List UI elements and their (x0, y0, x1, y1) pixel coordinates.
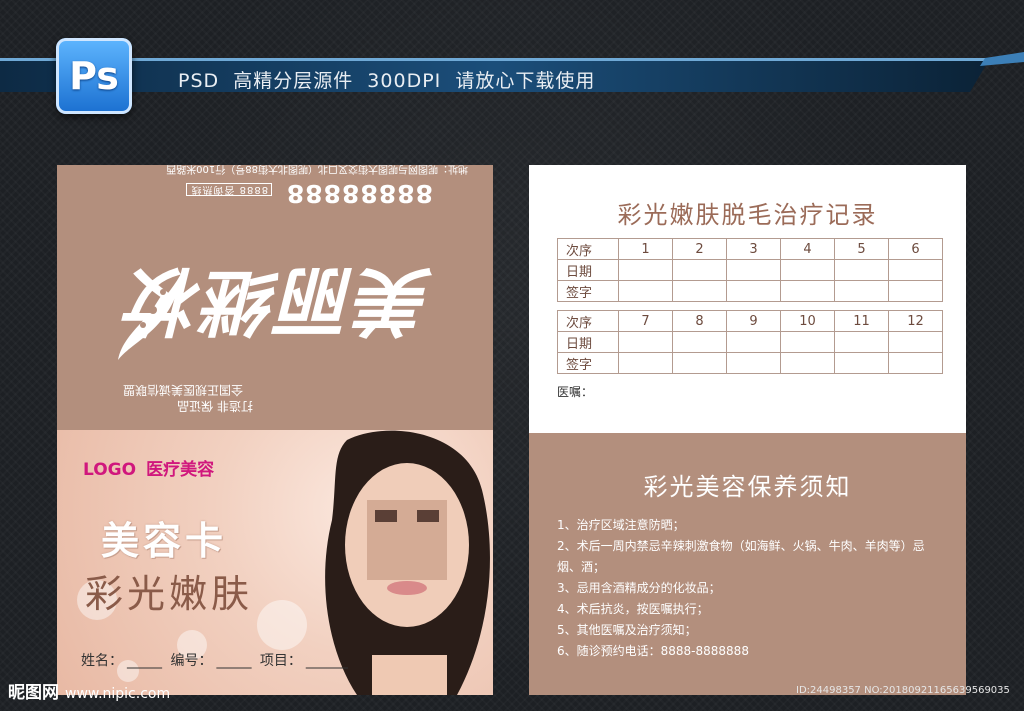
table-cell (726, 280, 781, 302)
name-value: _____ (127, 653, 162, 669)
photo-panel: LOGO 医疗美容 美容卡 彩光嫩肤 姓名： _____ 编号： _____ 项目： _… (57, 430, 493, 695)
flipped-card-header: 打造非 保证品 全国正规医美诚信联盟 美丽继妆 88888888 8888 咨询… (57, 165, 493, 430)
logo-subtitle: 医疗美容 (146, 460, 215, 480)
site-url: www.nipic.com (65, 686, 171, 702)
banner-text: PSD 高精分层源件 300DPI 请放心下载使用 (178, 70, 596, 92)
table-row: 签字 (557, 280, 943, 302)
butterfly-ornament-icon (118, 270, 183, 360)
record-title: 彩光嫩肤脱毛治疗记录 (617, 201, 878, 229)
table-cell (618, 331, 673, 353)
item-label: 项目： (259, 653, 302, 669)
row-label: 日期 (557, 259, 619, 281)
bokeh-dot (257, 600, 307, 650)
row-label: 签字 (557, 352, 619, 374)
table-cell (888, 259, 943, 281)
row-label: 次序 (557, 238, 619, 260)
table-cell (834, 352, 889, 374)
logo-text: LOGO (83, 460, 137, 480)
table-cell: 11 (834, 310, 889, 332)
table-cell: 8 (672, 310, 727, 332)
photoshop-logo-text: Ps (69, 54, 119, 98)
table-cell (780, 259, 835, 281)
beauty-card-back: 彩光嫩肤脱毛治疗记录 次序 1 2 3 4 5 6 日期 签字 次序 7 8 9… (529, 165, 966, 695)
list-item: 2、术后一周内禁忌辛辣刺激食物（如海鲜、火锅、牛肉、羊肉等）忌烟、酒； (557, 539, 925, 574)
table-cell (672, 352, 727, 374)
list-item: 3、忌用含酒精成分的化妆品； (557, 581, 721, 595)
table-cell: 5 (834, 238, 889, 260)
number-value: _____ (216, 653, 252, 669)
photoshop-logo-icon: Ps (56, 38, 132, 114)
table-cell: 10 (780, 310, 835, 332)
row-label: 签字 (557, 280, 619, 302)
table-cell (672, 280, 727, 302)
table-cell (888, 280, 943, 302)
phone-tag-prefix: 8888 (238, 184, 269, 196)
address-text: 地址：呢图网与呢图大街交叉口北（呢图北大街88号）行100米路西 (166, 165, 468, 174)
table-row: 次序 1 2 3 4 5 6 (557, 238, 943, 260)
care-notice-panel: 彩光美容保养须知 1、治疗区域注意防晒； 2、术后一周内禁忌辛辣刺激食物（如海鲜… (529, 433, 966, 695)
table-cell (780, 352, 835, 374)
table-cell: 12 (888, 310, 943, 332)
table-cell: 2 (672, 238, 727, 260)
phone-tag-label: 咨询热线 (190, 184, 235, 196)
table-cell (726, 259, 781, 281)
table-cell: 1 (618, 238, 673, 260)
table-cell: 9 (726, 310, 781, 332)
number-label: 编号： (170, 653, 213, 669)
row-label: 日期 (557, 331, 619, 353)
list-item: 5、其他医嘱及治疗须知； (557, 623, 697, 637)
table-cell: 7 (618, 310, 673, 332)
table-row: 日期 (557, 331, 943, 353)
notice-list: 1、治疗区域注意防晒； 2、术后一周内禁忌辛辣刺激食物（如海鲜、火锅、牛肉、羊肉… (557, 515, 947, 662)
phone-tag: 8888 咨询热线 (186, 183, 273, 197)
doctor-advice-label: 医嘱： (557, 385, 594, 399)
item-value: ______ (305, 653, 348, 669)
slogan-line-1: 打造非 保证品 (177, 399, 253, 413)
table-cell (780, 331, 835, 353)
table-cell (726, 331, 781, 353)
card-fields: 姓名： _____ 编号： _____ 项目： ______ (81, 650, 352, 670)
table-cell (726, 352, 781, 374)
image-id-watermark: ID:24498357 NO:20180921165639569035 (796, 685, 1010, 696)
list-item: 1、治疗区域注意防晒； (557, 518, 685, 532)
name-label: 姓名： (81, 653, 123, 669)
table-cell (888, 331, 943, 353)
list-item: 4、术后抗炎，按医嘱执行； (557, 602, 709, 616)
notice-title: 彩光美容保养须知 (643, 473, 852, 501)
table-cell (780, 280, 835, 302)
table-cell (834, 331, 889, 353)
table-row: 日期 (557, 259, 943, 281)
treatment-record-table-2: 次序 7 8 9 10 11 12 日期 签字 (557, 310, 943, 374)
card-title-skin: 彩光嫩肤 (85, 572, 254, 616)
phone-number: 88888888 (285, 179, 433, 208)
treatment-record-table-1: 次序 1 2 3 4 5 6 日期 签字 (557, 238, 943, 302)
beauty-card-front: 打造非 保证品 全国正规医美诚信联盟 美丽继妆 88888888 8888 咨询… (57, 165, 493, 695)
table-cell (618, 352, 673, 374)
site-name: 昵图网 (8, 683, 59, 703)
card-title-beauty: 美容卡 (101, 519, 228, 563)
table-cell: 3 (726, 238, 781, 260)
slogan-line-2: 全国正规医美诚信联盟 (122, 383, 243, 397)
table-row: 签字 (557, 352, 943, 374)
list-item: 6、随诊预约电话：8888-8888888 (557, 644, 749, 658)
table-cell (672, 259, 727, 281)
table-cell (618, 259, 673, 281)
site-watermark: 昵图网 www.nipic.com (8, 678, 170, 703)
table-row: 次序 7 8 9 10 11 12 (557, 310, 943, 332)
table-cell (618, 280, 673, 302)
table-cell: 4 (780, 238, 835, 260)
phone-line: 88888888 8888 咨询热线 (186, 179, 433, 208)
table-cell (834, 259, 889, 281)
table-cell (888, 352, 943, 374)
row-label: 次序 (557, 310, 619, 332)
table-cell: 6 (888, 238, 943, 260)
clinic-logo: LOGO 医疗美容 (83, 455, 214, 480)
table-cell (834, 280, 889, 302)
table-cell (672, 331, 727, 353)
